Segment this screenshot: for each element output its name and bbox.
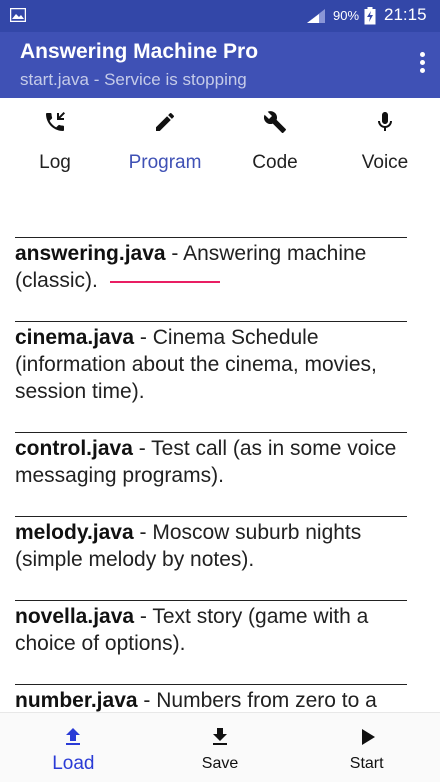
tab-log[interactable]: Log [0,98,110,188]
app-bar: Answering Machine Pro start.java - Servi… [0,32,440,98]
list-item[interactable]: number.java - Numbers from zero to a [15,665,425,712]
call-log-icon [46,112,65,131]
nav-label: Save [201,755,239,772]
list-item[interactable]: melody.java - Moscow suburb nights (simp… [15,497,425,573]
play-icon [361,729,375,745]
list-item[interactable]: cinema.java - Cinema Schedule (informati… [15,302,425,405]
program-name: answering.java [15,242,166,265]
app-subtitle: start.java - Service is stopping [20,70,247,89]
nav-label: Start [349,755,384,772]
edit-icon [156,112,175,131]
tab-voice[interactable]: Voice [330,98,440,188]
signal-icon [307,9,325,23]
program-name: melody.java [15,521,134,544]
program-name: number.java [15,689,138,712]
tab-label: Program [128,152,202,173]
divider [15,218,407,238]
tab-label: Log [39,152,71,173]
divider [15,497,407,517]
wrench-icon [263,111,286,133]
program-name: control.java [15,437,133,460]
list-item[interactable]: answering.java - Answering machine (clas… [15,218,425,294]
more-vert-icon[interactable] [418,52,426,76]
divider [15,665,407,685]
battery-percent: 90% [333,8,360,23]
status-clock: 21:15 [384,5,427,24]
tab-label: Code [252,152,298,173]
upload-icon [66,728,81,745]
bottom-navigation: Load Save Start [0,712,440,782]
divider [15,302,407,322]
tab-bar: Log Program Code Voice [0,98,440,283]
tab-program[interactable]: Program [110,98,220,188]
program-content[interactable]: answering.java - Answering machine (clas… [0,190,440,712]
program-description: - Numbers from zero to a [137,689,377,712]
divider [15,413,407,433]
download-icon [213,728,227,745]
battery-charging-icon [364,7,376,25]
app-title: Answering Machine Pro [20,40,259,63]
image-icon [10,8,26,22]
tab-code[interactable]: Code [220,98,330,188]
divider [15,581,407,601]
list-item[interactable]: control.java - Test call (as in some voi… [15,413,425,489]
program-name: cinema.java [15,326,135,349]
mic-icon [378,112,392,131]
status-bar: 90% 21:15 [0,0,440,32]
save-button[interactable]: Save [147,713,294,782]
start-button[interactable]: Start [293,713,440,782]
list-item[interactable]: novella.java - Text story (game with a c… [15,581,425,657]
load-button[interactable]: Load [0,713,147,782]
nav-label: Load [52,753,95,774]
program-name: novella.java [15,605,135,628]
tab-label: Voice [361,152,409,173]
program-list: answering.java - Answering machine (clas… [15,218,425,712]
